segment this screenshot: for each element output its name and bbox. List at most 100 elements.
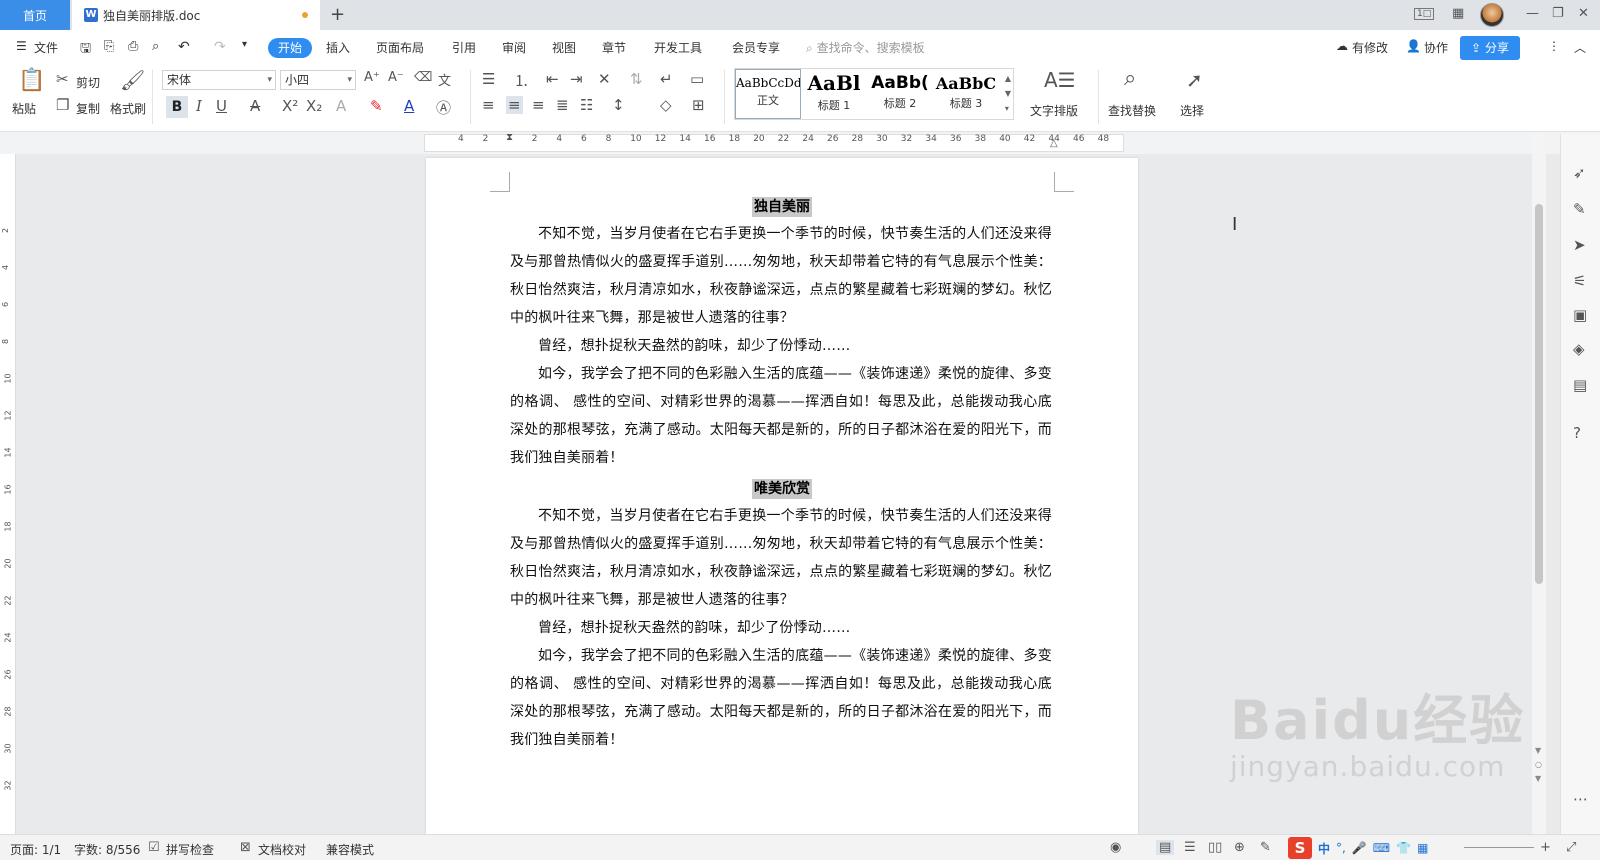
sort-icon[interactable]: ⇅ xyxy=(630,70,643,88)
increase-indent-icon[interactable]: ⇥ xyxy=(570,70,583,88)
avatar[interactable] xyxy=(1480,3,1504,27)
tab-chapter[interactable]: 章节 xyxy=(602,39,626,56)
more-options-icon[interactable]: ⋮ xyxy=(1548,39,1560,53)
collapse-ribbon-icon[interactable]: ︿ xyxy=(1574,39,1586,56)
vertical-ruler[interactable]: 2 4 6 8 10 12 14 16 18 20 22 24 26 28 30 32 xyxy=(0,154,16,834)
indent-marker-icon[interactable]: ⧗ xyxy=(506,132,513,143)
book-icon[interactable]: ▤ xyxy=(1573,376,1587,394)
strikethrough-button[interactable]: A xyxy=(250,97,260,115)
eye-protect-icon[interactable]: ◉ xyxy=(1110,840,1121,855)
bullets-icon[interactable]: ☰ xyxy=(482,70,495,88)
new-tab-button[interactable]: + xyxy=(330,4,345,25)
style-heading-2[interactable]: AaBb( 标题 2 xyxy=(867,69,933,119)
fullscreen-icon[interactable]: ⤢ xyxy=(1566,840,1576,855)
vertical-scrollbar[interactable]: ▼ ○ ▼ xyxy=(1532,134,1546,834)
shrink-font-icon[interactable]: A⁻ xyxy=(388,70,404,85)
hamburger-icon[interactable]: ☰ xyxy=(16,39,27,53)
font-color-icon[interactable]: A xyxy=(404,97,414,115)
superscript-button[interactable]: X² xyxy=(282,97,298,115)
subscript-button[interactable]: X₂ xyxy=(306,97,322,115)
paste-icon[interactable]: 📋 xyxy=(18,68,45,93)
has-changes-button[interactable]: 有修改 xyxy=(1352,39,1388,56)
pointer-icon[interactable]: ➤ xyxy=(1573,236,1586,254)
tab-developer[interactable]: 开发工具 xyxy=(654,39,702,56)
char-border-icon[interactable]: Ⓐ xyxy=(436,97,451,118)
web-view-icon[interactable]: ⊕ xyxy=(1234,840,1245,855)
clear-format-icon[interactable]: ⌫ xyxy=(414,70,432,85)
quick-access-dropdown-icon[interactable]: ▾ xyxy=(242,39,247,50)
borders-icon[interactable]: ⊞ xyxy=(692,96,705,114)
save-icon[interactable]: 🖫 xyxy=(80,39,91,61)
paste-button[interactable]: 粘贴 xyxy=(12,100,36,117)
ime-toolbar[interactable]: S 中 °, 🎤 ⌨ 👕 ▦ xyxy=(1288,836,1460,860)
word-count[interactable]: 字数: 8/556 xyxy=(74,841,140,858)
print-preview-icon[interactable]: ⌕ xyxy=(152,39,159,54)
paragraph[interactable]: 如今，我学会了把不同的色彩融入生活的底蕴——《装饰速递》柔悦的旋律、多变的格调、… xyxy=(510,642,1052,754)
command-search[interactable]: ⌕ 查找命令、搜索模板 xyxy=(806,39,925,56)
toolbox-icon[interactable]: ▦ xyxy=(1417,841,1428,855)
decrease-indent-icon[interactable]: ⇤ xyxy=(546,70,559,88)
sliders-icon[interactable]: ⚟ xyxy=(1573,272,1586,290)
tab-home[interactable]: 首页 xyxy=(0,0,70,30)
ime-language[interactable]: 中 xyxy=(1318,840,1330,857)
keyboard-icon[interactable]: ⌨ xyxy=(1373,841,1390,855)
layout-switch-icon[interactable]: 1□ xyxy=(1414,8,1435,20)
undo-icon[interactable]: ↶ xyxy=(178,39,190,55)
grow-font-icon[interactable]: A⁺ xyxy=(364,70,380,85)
style-heading-1[interactable]: AaBl 标题 1 xyxy=(801,69,867,119)
section-heading[interactable]: 独自美丽 xyxy=(426,196,1138,217)
cut-button[interactable]: 剪切 xyxy=(76,74,100,91)
tab-review[interactable]: 审阅 xyxy=(502,39,526,56)
chinese-layout-icon[interactable]: ✕ xyxy=(598,70,611,88)
tab-page-layout[interactable]: 页面布局 xyxy=(376,39,424,56)
page-view-icon[interactable]: ▤ xyxy=(1156,840,1175,855)
copy-button[interactable]: 复制 xyxy=(76,100,100,117)
punctuation-icon[interactable]: °, xyxy=(1336,841,1346,855)
spell-check-button[interactable]: 拼写检查 xyxy=(166,841,214,858)
help-icon[interactable]: ? xyxy=(1573,424,1581,442)
tab-view[interactable]: 视图 xyxy=(552,39,576,56)
more-dots-icon[interactable]: ⋯ xyxy=(1573,790,1588,808)
text-layout-button[interactable]: 文字排版 xyxy=(1030,102,1078,119)
sogou-s-icon[interactable]: S xyxy=(1288,837,1312,859)
zoom-in-icon[interactable]: + xyxy=(1540,840,1551,855)
align-center-icon[interactable]: ≡ xyxy=(506,96,523,114)
numbering-icon[interactable]: ⒈ xyxy=(514,70,529,91)
tabs-icon[interactable]: ▭ xyxy=(690,70,704,88)
justify-icon[interactable]: ≣ xyxy=(556,96,569,114)
section-heading[interactable]: 唯美欣赏 xyxy=(426,478,1138,499)
menu-file[interactable]: 文件 xyxy=(34,39,58,56)
write-mode-icon[interactable]: ✎ xyxy=(1260,840,1271,855)
distribute-icon[interactable]: ☷ xyxy=(580,96,593,114)
compass-icon[interactable]: ◈ xyxy=(1573,340,1585,358)
bold-button[interactable]: B xyxy=(166,96,188,118)
cloud-sync-icon[interactable]: ☁ xyxy=(1336,39,1348,53)
restore-icon[interactable]: ❐ xyxy=(1552,6,1564,21)
tab-start[interactable]: 开始 xyxy=(268,38,312,58)
pen-icon[interactable]: ✎ xyxy=(1573,200,1586,218)
page-indicator[interactable]: 页面: 1/1 xyxy=(10,841,61,858)
font-size-select[interactable]: 小四 xyxy=(280,70,356,90)
redo-icon[interactable]: ↷ xyxy=(214,39,226,55)
rocket-icon[interactable]: ➶ xyxy=(1573,164,1586,182)
text-effect-icon[interactable]: A xyxy=(336,97,346,115)
share-button[interactable]: ⇪ 分享 xyxy=(1460,36,1520,60)
highlight-color-icon[interactable]: ✎ xyxy=(370,97,383,115)
doc-proof-button[interactable]: 文档校对 xyxy=(258,841,306,858)
horizontal-ruler[interactable]: ⧗ △ 4 2 2 4 6 8 10 12 14 16 18 20 22 24 26 28 30 32 34 36 38… xyxy=(0,132,1600,154)
read-view-icon[interactable]: ▯▯ xyxy=(1208,840,1222,855)
find-replace-button[interactable]: 查找替换 xyxy=(1108,102,1156,119)
tab-member[interactable]: 会员专享 xyxy=(732,39,780,56)
styles-scroll-icon[interactable]: ▲ ▼ ▾ xyxy=(1005,71,1011,116)
paragraph[interactable]: 曾经，想扑捉秋天盎然的韵味，却少了份悸动…… xyxy=(510,332,1052,360)
align-left-icon[interactable]: ≡ xyxy=(482,96,495,114)
checkbox-icon[interactable]: ☑ xyxy=(148,840,160,855)
shading-icon[interactable]: ◇ xyxy=(660,96,672,114)
image-icon[interactable]: ▣ xyxy=(1573,306,1587,324)
mic-icon[interactable]: 🎤 xyxy=(1352,841,1367,855)
align-right-icon[interactable]: ≡ xyxy=(532,96,545,114)
minimize-icon[interactable]: — xyxy=(1526,6,1539,21)
collab-button[interactable]: 协作 xyxy=(1424,39,1448,56)
apps-grid-icon[interactable]: ▦ xyxy=(1452,6,1464,21)
paragraph[interactable]: 不知不觉，当岁月使者在它右手更换一个季节的时候，快节奏生活的人们还没来得及与那曾… xyxy=(510,220,1052,332)
